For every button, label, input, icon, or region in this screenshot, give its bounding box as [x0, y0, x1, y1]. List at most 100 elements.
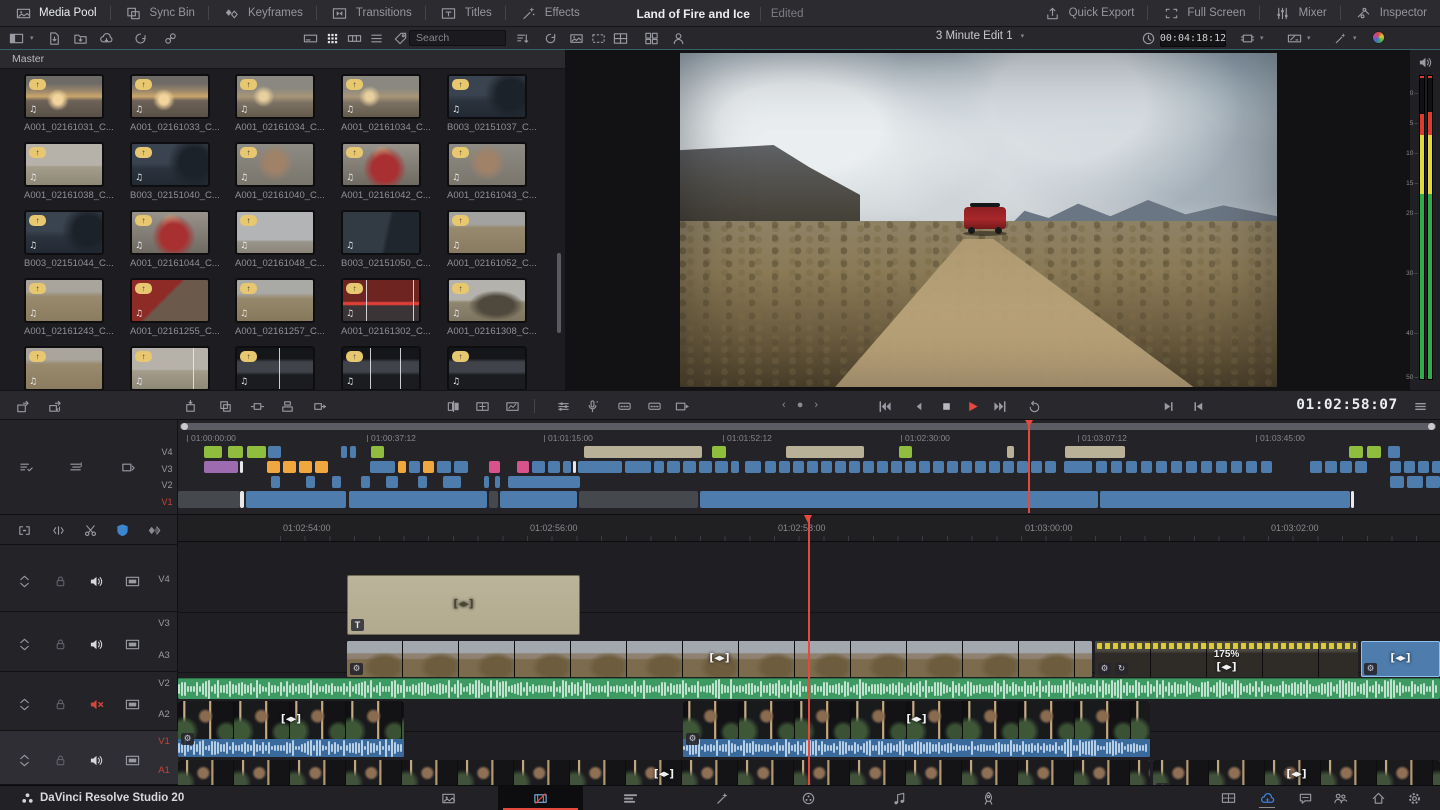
- top-button-keyframes[interactable]: Keyframes: [209, 0, 316, 26]
- shuttle-control[interactable]: ‹ ● ›: [782, 399, 822, 411]
- import-folder-button[interactable]: [70, 28, 90, 48]
- match-frame-icon[interactable]: [1188, 396, 1208, 416]
- color-wheel-icon[interactable]: [1372, 31, 1385, 44]
- clean-feed-icon[interactable]: [566, 28, 586, 48]
- minimap-clip[interactable]: [1349, 446, 1363, 458]
- minimap-clip[interactable]: [1310, 461, 1322, 473]
- minimap-clip[interactable]: [204, 461, 238, 473]
- minimap-clip[interactable]: [947, 461, 958, 473]
- overview-playhead[interactable]: [1028, 420, 1030, 513]
- minimap-clip[interactable]: [500, 491, 577, 508]
- minimap-clip[interactable]: [418, 476, 427, 488]
- media-clip[interactable]: ↑♫A001_02161255_C...: [130, 278, 210, 337]
- poi-marker-icon[interactable]: [614, 396, 634, 416]
- top-button-quick-export[interactable]: Quick Export: [1030, 0, 1148, 26]
- minimap-clip[interactable]: [683, 461, 696, 473]
- minimap-clip[interactable]: [1007, 446, 1014, 458]
- minimap-clip[interactable]: [306, 476, 315, 488]
- media-clip[interactable]: ↑♫A001_02161044_C...: [130, 210, 210, 269]
- insert-audio-icon[interactable]: [44, 396, 64, 416]
- minimap-clip[interactable]: [863, 461, 874, 473]
- minimap-clip[interactable]: [625, 461, 651, 473]
- top-button-media-pool[interactable]: Media Pool: [0, 0, 110, 26]
- camera-fx-icon[interactable]: [1284, 28, 1304, 48]
- minimap-clip[interactable]: [1325, 461, 1337, 473]
- timeline-playhead[interactable]: [808, 515, 810, 542]
- clip-thumbnail[interactable]: ↑♫: [447, 278, 527, 323]
- transform-tool-icon[interactable]: [1237, 28, 1257, 48]
- media-clip[interactable]: ↑♫A001_02161302_C...: [341, 278, 421, 337]
- lock-icon[interactable]: [50, 694, 70, 714]
- track-height-icon[interactable]: [14, 571, 34, 591]
- page-button-fairlight[interactable]: [877, 786, 921, 810]
- clip-thumbnail[interactable]: ↑♫: [130, 142, 210, 187]
- timeline-overview-map[interactable]: 01:00:00:0001:00:37:1201:01:15:0001:01:5…: [178, 420, 1440, 515]
- minimap-clip[interactable]: [271, 476, 280, 488]
- timeline-options-icon[interactable]: [553, 396, 573, 416]
- minimap-clip[interactable]: [409, 461, 420, 473]
- minimap-clip[interactable]: [371, 446, 384, 458]
- minimap-clip[interactable]: [891, 461, 902, 473]
- minimap-clip[interactable]: [315, 461, 328, 473]
- media-clip[interactable]: ↑♫B003_02151044_C...: [24, 210, 104, 269]
- minimap-clip[interactable]: [700, 491, 1098, 508]
- minimap-clip[interactable]: [1065, 446, 1125, 458]
- cloud-import-button[interactable]: [96, 28, 116, 48]
- track-height-icon[interactable]: [14, 634, 34, 654]
- lock-icon[interactable]: [50, 634, 70, 654]
- trim-mode-icon[interactable]: [14, 520, 34, 540]
- minimap-clip[interactable]: [454, 461, 468, 473]
- media-clip[interactable]: ↑♫A001_02161031_C...: [24, 74, 104, 133]
- bin-list-toggle[interactable]: [6, 28, 26, 48]
- track-height-icon[interactable]: [14, 750, 34, 770]
- minimap-clip[interactable]: [1246, 461, 1257, 473]
- media-representation-icon[interactable]: [118, 457, 138, 477]
- timeline-view-options-icon[interactable]: [16, 457, 36, 477]
- speaker-icon[interactable]: [86, 571, 106, 591]
- clip-thumbnail[interactable]: ↑♫: [341, 346, 421, 390]
- minimap-clip[interactable]: [1355, 461, 1367, 473]
- minimap-clip[interactable]: [495, 476, 500, 488]
- minimap-clip[interactable]: [532, 461, 545, 473]
- metadata-view-button[interactable]: [300, 28, 320, 48]
- timeline-clip-av[interactable]: [◂▸]⚙: [683, 701, 1150, 757]
- track-header-v2[interactable]: V2A2: [0, 672, 178, 731]
- media-clip[interactable]: ↑♫A001_02161257_C...: [235, 278, 315, 337]
- clip-thumbnail[interactable]: ↑♫: [24, 278, 104, 323]
- clip-thumbnail[interactable]: ↑♫: [130, 278, 210, 323]
- snapping-toggle-icon[interactable]: [112, 520, 132, 540]
- zoom-handle-right[interactable]: [1428, 423, 1435, 430]
- thumbnail-view-button[interactable]: [322, 28, 342, 48]
- minimap-clip[interactable]: [961, 461, 972, 473]
- minimap-clip[interactable]: [386, 476, 398, 488]
- minimap-clip[interactable]: [1141, 461, 1152, 473]
- minimap-clip[interactable]: [933, 461, 944, 473]
- media-clip[interactable]: ↑♫: [235, 346, 315, 390]
- video-frame[interactable]: [680, 53, 1277, 387]
- timeline-selector[interactable]: 3 Minute Edit 1 ▾: [860, 30, 1100, 42]
- page-button-cut[interactable]: [498, 786, 583, 810]
- minimap-clip[interactable]: [712, 446, 726, 458]
- multicam-view-icon[interactable]: [610, 28, 630, 48]
- gear-badge[interactable]: ⚙: [1364, 663, 1377, 675]
- timeline-clip-title[interactable]: [◂▸]T: [347, 575, 580, 635]
- filmstrip-icon[interactable]: [122, 571, 142, 591]
- minimap-clip[interactable]: [240, 491, 244, 508]
- utility-button-collaboration[interactable]: [1325, 786, 1355, 810]
- minimap-clip[interactable]: [267, 461, 280, 473]
- page-button-edit[interactable]: [608, 786, 652, 810]
- minimap-clip[interactable]: [1390, 461, 1401, 473]
- minimap-clip[interactable]: [579, 491, 698, 508]
- mute-icon[interactable]: [86, 694, 106, 714]
- minimap-clip[interactable]: [1111, 461, 1122, 473]
- flag-marker-icon[interactable]: [144, 520, 164, 540]
- minimap-clip[interactable]: [268, 446, 281, 458]
- slip-tool-icon[interactable]: [48, 520, 68, 540]
- insert-source-icon[interactable]: [12, 396, 32, 416]
- timeline-clip-video[interactable]: 175%[◂▸]⚙↻: [1095, 641, 1358, 677]
- media-clip[interactable]: ↑♫B003_02151040_C...: [130, 142, 210, 201]
- media-clip[interactable]: ↑♫A001_02161040_C...: [235, 142, 315, 201]
- minimap-clip[interactable]: [332, 476, 341, 488]
- media-clip[interactable]: ↑♫A001_02161033_C...: [130, 74, 210, 133]
- top-button-sync-bin[interactable]: Sync Bin: [111, 0, 208, 26]
